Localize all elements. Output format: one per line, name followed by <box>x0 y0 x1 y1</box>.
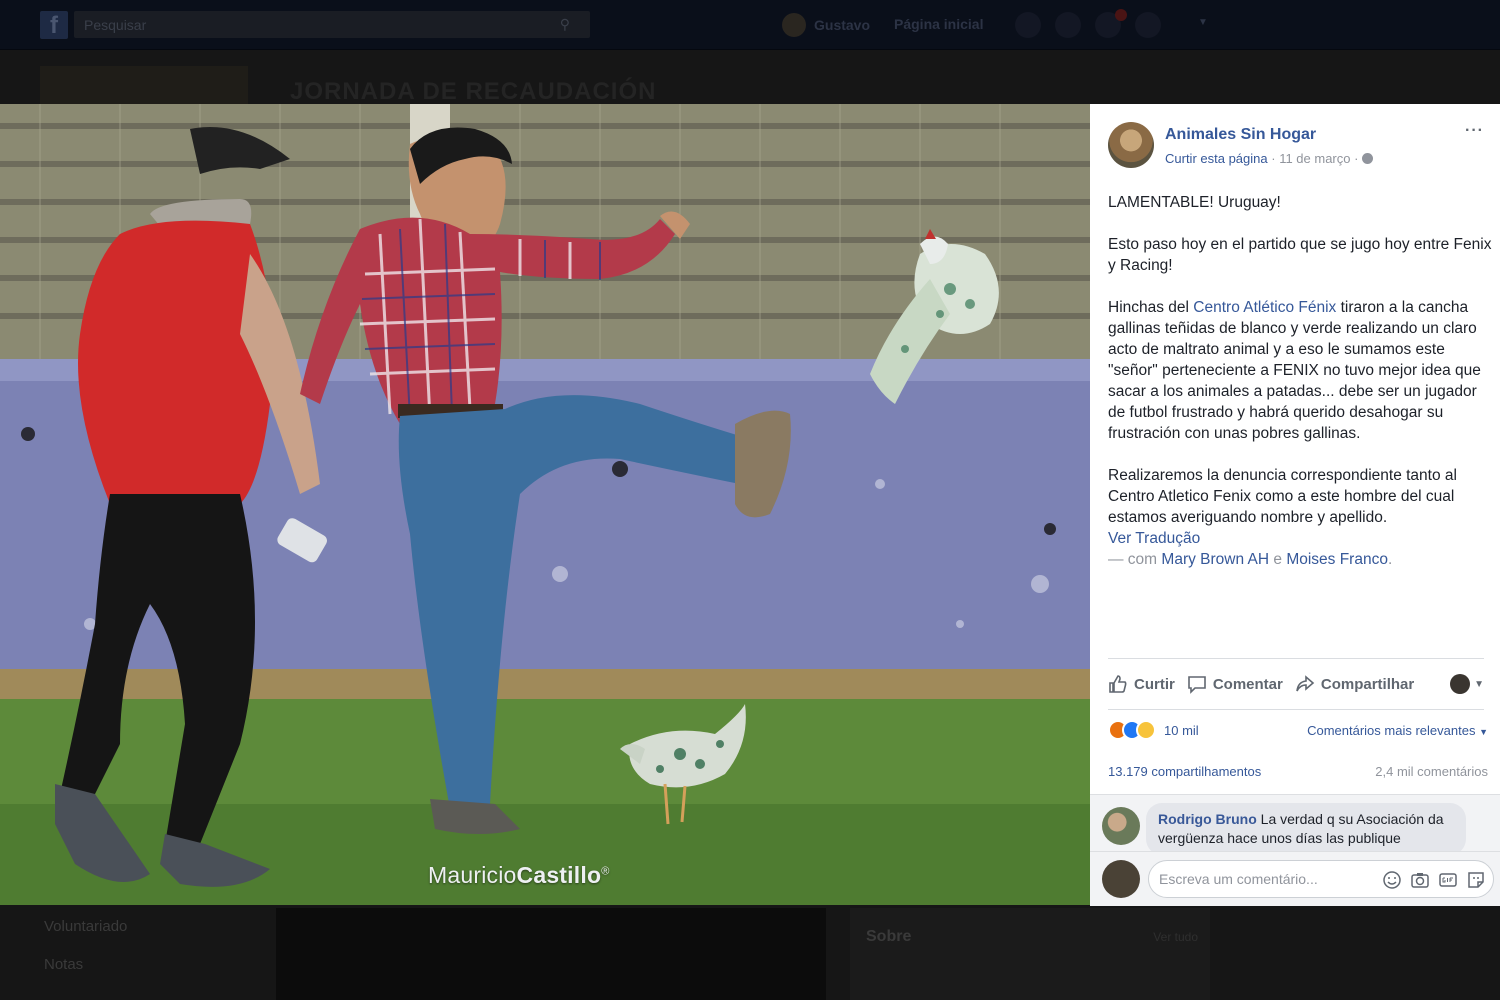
post-paragraph-1: LAMENTABLE! Uruguay! <box>1108 194 1281 211</box>
like-button[interactable]: Curtir <box>1108 674 1175 694</box>
post-date[interactable]: 11 de março <box>1279 151 1350 166</box>
shares-count-link[interactable]: 13.179 compartilhamentos <box>1108 764 1261 779</box>
commenter-avatar[interactable] <box>1102 807 1140 845</box>
sticker-icon[interactable] <box>1466 870 1486 890</box>
top-navigation-bar: f Pesquisar ⚲ Gustavo Página inicial ▼ <box>0 0 1500 50</box>
comments-count-link[interactable]: 2,4 mil comentários <box>1375 764 1488 779</box>
watermark-bold: Castillo <box>516 862 602 888</box>
share-icon <box>1296 675 1315 692</box>
facebook-logo-icon[interactable]: f <box>40 11 68 39</box>
account-menu-caret-icon[interactable]: ▼ <box>1198 17 1208 28</box>
share-button[interactable]: Compartilhar <box>1295 674 1414 694</box>
gif-icon[interactable] <box>1438 870 1458 890</box>
reaction-icons[interactable] <box>1108 720 1156 740</box>
avatar <box>1102 860 1140 898</box>
globe-icon[interactable] <box>1362 153 1374 164</box>
search-icon[interactable]: ⚲ <box>560 16 570 33</box>
chevron-down-icon: ▼ <box>1479 726 1488 737</box>
search-placeholder: Pesquisar <box>84 17 147 33</box>
post-photo[interactable]: MauricioCastillo® <box>0 104 1090 905</box>
see-translation-link[interactable]: Ver Tradução <box>1108 528 1493 549</box>
more-options-icon[interactable]: ··· <box>1465 122 1484 140</box>
sad-reaction-icon <box>1136 720 1156 740</box>
comment-author-link[interactable]: Rodrigo Bruno <box>1158 811 1257 827</box>
comment-composer <box>1090 851 1500 906</box>
help-icon[interactable] <box>1135 12 1161 38</box>
watermark-light: Mauricio <box>428 862 517 888</box>
meta-separator-2: · <box>1350 151 1363 166</box>
search-input[interactable]: Pesquisar ⚲ <box>74 11 590 38</box>
about-title: Sobre <box>866 928 912 945</box>
chevron-down-icon: ▼ <box>1474 678 1484 690</box>
messages-icon[interactable] <box>1055 12 1081 38</box>
home-link[interactable]: Página inicial <box>894 16 983 32</box>
background-media <box>276 908 826 1000</box>
share-label: Compartilhar <box>1320 675 1415 693</box>
comments-section: Rodrigo Bruno La verdad q su Asociación … <box>1090 794 1500 906</box>
engagement-stats: 13.179 compartilhamentos 2,4 mil comentá… <box>1108 764 1488 779</box>
post-meta: Curtir esta página · 11 de março · <box>1165 151 1374 166</box>
comment-bubble: Rodrigo Bruno La verdad q su Asociación … <box>1146 803 1466 855</box>
profile-link[interactable]: Gustavo <box>782 12 870 38</box>
tag-moises-franco-link[interactable]: Moises Franco <box>1286 551 1388 568</box>
composer-tools <box>1382 870 1486 890</box>
photo-illustration <box>0 104 1090 905</box>
photo-watermark: MauricioCastillo® <box>428 862 610 889</box>
post-details-panel: Animales Sin Hogar Curtir esta página · … <box>1090 104 1500 906</box>
para3-before: Hinchas del <box>1108 299 1194 316</box>
para3-after: tiraron a la cancha gallinas teñidas de … <box>1108 299 1481 442</box>
camera-icon[interactable] <box>1410 870 1430 890</box>
like-label: Curtir <box>1134 675 1175 693</box>
reactions-row: 10 mil Comentários mais relevantes ▼ <box>1108 718 1488 742</box>
nav-icons <box>1015 12 1161 38</box>
post-paragraph-3: Hinchas del Centro Atlético Fénix tiraro… <box>1108 297 1493 444</box>
post-paragraph-2: Esto paso hoy en el partido que se jugo … <box>1108 236 1492 274</box>
page-title: JORNADA DE RECAUDACIÓN <box>290 78 657 105</box>
page-name-link[interactable]: Animales Sin Hogar <box>1165 126 1316 144</box>
profile-name: Gustavo <box>814 17 871 33</box>
notification-badge <box>1115 9 1127 21</box>
post-body: LAMENTABLE! Uruguay! Esto paso hoy en el… <box>1108 192 1493 570</box>
tag-mary-brown-link[interactable]: Mary Brown AH <box>1161 551 1269 568</box>
tag-join: e <box>1269 551 1287 568</box>
about-see-all-link[interactable]: Ver tudo <box>1153 930 1198 944</box>
centro-atletico-fenix-link[interactable]: Centro Atlético Fénix <box>1193 299 1336 316</box>
left-nav-item-notas[interactable]: Notas <box>44 956 83 973</box>
left-nav-item-voluntariado[interactable]: Voluntariado <box>44 918 127 935</box>
meta-separator: · <box>1267 151 1280 166</box>
about-card: Sobre Ver tudo <box>850 908 1210 1000</box>
post-as-selector[interactable]: ▼ <box>1450 674 1484 694</box>
like-page-link[interactable]: Curtir esta página <box>1165 151 1268 166</box>
reactions-count[interactable]: 10 mil <box>1164 723 1199 738</box>
tagged-people: — com Mary Brown AH e Moises Franco. <box>1108 549 1493 570</box>
comment-button[interactable]: Comentar <box>1187 674 1283 694</box>
page-avatar[interactable] <box>1108 122 1154 168</box>
post-paragraph-4: Realizaremos la denuncia correspondiente… <box>1108 467 1457 526</box>
avatar <box>782 13 806 37</box>
tag-end: . <box>1387 551 1393 568</box>
with-prefix: — com <box>1108 551 1162 568</box>
friend-requests-icon[interactable] <box>1015 12 1041 38</box>
comment-sort-label: Comentários mais relevantes <box>1307 722 1476 738</box>
watermark-mark: ® <box>601 865 610 878</box>
comment-item: Rodrigo Bruno La verdad q su Asociación … <box>1102 801 1472 855</box>
post-actions-bar: Curtir Comentar Compartilhar ▼ <box>1108 658 1484 710</box>
page-cover-thumbnail <box>40 66 248 106</box>
comment-label: Comentar <box>1212 675 1283 693</box>
comment-sort-dropdown[interactable]: Comentários mais relevantes ▼ <box>1307 723 1488 738</box>
like-icon <box>1109 675 1127 693</box>
comment-icon <box>1188 676 1206 694</box>
emoji-icon[interactable] <box>1382 870 1402 890</box>
avatar <box>1450 674 1471 694</box>
